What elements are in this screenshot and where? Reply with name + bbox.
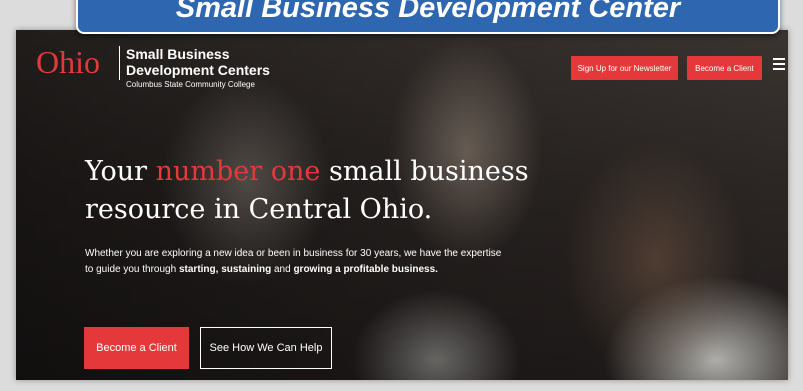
become-client-button[interactable]: Become a Client [84, 327, 189, 369]
hamburger-icon[interactable] [773, 58, 785, 70]
logo-divider [119, 46, 120, 80]
logo-text[interactable]: Small Business Development Centers Colum… [126, 46, 270, 90]
hero-title: Your number one small business resource i… [85, 156, 529, 225]
see-how-we-can-help-button[interactable]: See How We Can Help [200, 327, 332, 369]
become-client-header-button[interactable]: Become a Client [687, 56, 762, 80]
banner-title: Small Business Development Center [175, 0, 681, 24]
ohio-logo[interactable]: Ohio [36, 42, 100, 82]
logo-line-2: Development Centers [126, 62, 270, 78]
hero-title-accent: number one [155, 156, 321, 187]
website-hero: Ohio Small Business Development Centers … [16, 30, 788, 380]
hero-description: Whether you are exploring a new idea or … [85, 248, 502, 275]
newsletter-button[interactable]: Sign Up for our Newsletter [571, 56, 678, 80]
logo-line-1: Small Business [126, 46, 230, 62]
site-header: Ohio Small Business Development Centers … [16, 30, 788, 95]
page-banner: Small Business Development Center [76, 0, 780, 34]
logo-subtitle: Columbus State Community College [126, 80, 255, 89]
